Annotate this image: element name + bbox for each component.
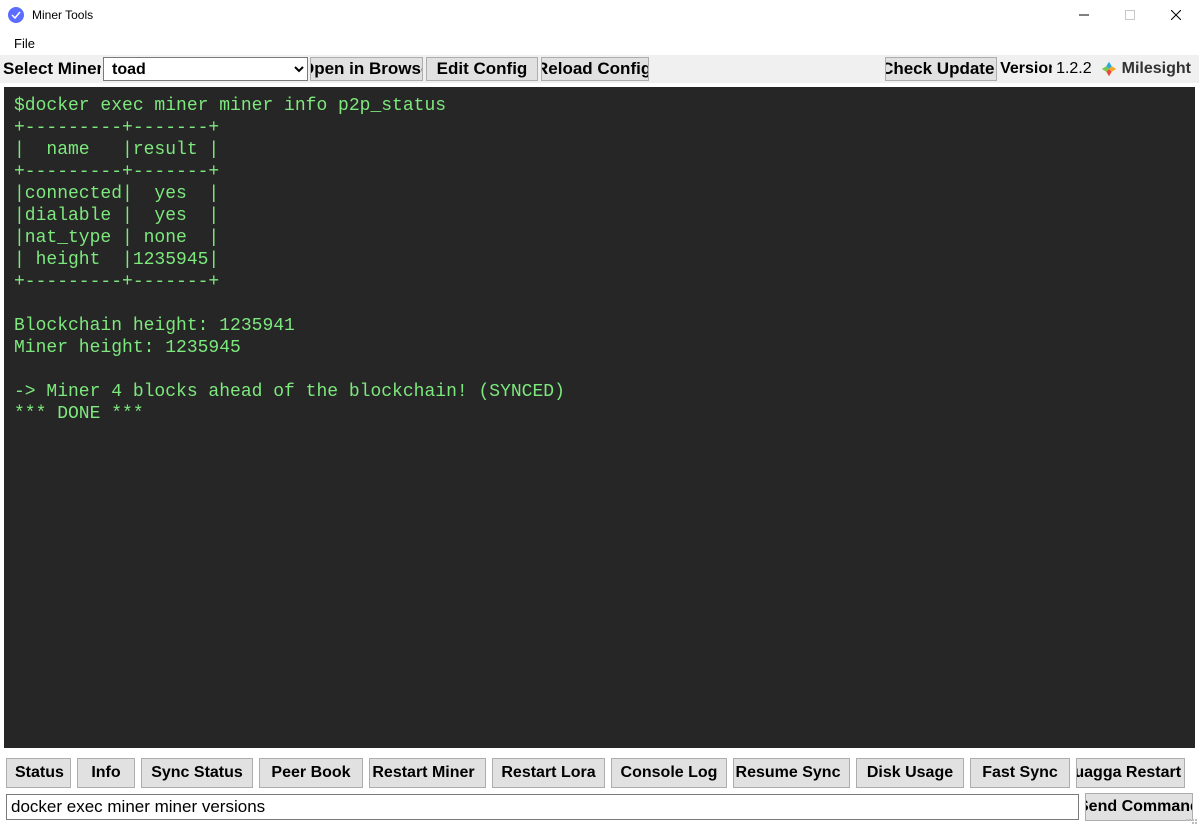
app-icon: [8, 7, 24, 23]
check-update-button[interactable]: Check Update: [885, 57, 997, 81]
version-label: Version: [1000, 60, 1052, 78]
window-title: Miner Tools: [32, 8, 93, 22]
menubar: File: [0, 31, 1199, 55]
reload-config-button[interactable]: Reload Config: [541, 57, 649, 81]
brand-logo: Milesight: [1096, 60, 1199, 78]
command-input[interactable]: [6, 794, 1079, 820]
restart-lora-button[interactable]: Restart Lora: [492, 758, 605, 788]
console-output[interactable]: $docker exec miner miner info p2p_status…: [4, 87, 1195, 748]
info-button[interactable]: Info: [77, 758, 135, 788]
sync-status-button[interactable]: Sync Status: [141, 758, 253, 788]
select-miner-label: Select Miner: [0, 59, 101, 79]
edit-config-button[interactable]: Edit Config: [426, 57, 538, 81]
menu-file[interactable]: File: [8, 34, 41, 53]
brand-name: Milesight: [1122, 60, 1191, 78]
fast-sync-button[interactable]: Fast Sync: [970, 758, 1070, 788]
resize-grip[interactable]: [1184, 811, 1198, 825]
console-log-button[interactable]: Console Log: [611, 758, 727, 788]
bottom-button-bar: Status Info Sync Status Peer Book Restar…: [0, 752, 1199, 794]
toolbar: Select Miner toad Open in Browser Edit C…: [0, 55, 1199, 83]
quagga-restart-button[interactable]: Quagga Restart: [1076, 758, 1185, 788]
resume-sync-button[interactable]: Resume Sync: [733, 758, 850, 788]
miner-select[interactable]: toad: [103, 57, 308, 81]
maximize-button[interactable]: [1107, 0, 1153, 30]
version-value: 1.2.2: [1052, 60, 1096, 78]
peer-book-button[interactable]: Peer Book: [259, 758, 363, 788]
command-row: Send Command: [0, 794, 1199, 826]
window-controls: [1061, 0, 1199, 30]
disk-usage-button[interactable]: Disk Usage: [856, 758, 964, 788]
minimize-button[interactable]: [1061, 0, 1107, 30]
close-button[interactable]: [1153, 0, 1199, 30]
restart-miner-button[interactable]: Restart Miner: [369, 758, 486, 788]
open-in-browser-button[interactable]: Open in Browser: [310, 57, 423, 81]
send-command-button[interactable]: Send Command: [1085, 793, 1193, 821]
status-button[interactable]: Status: [6, 758, 71, 788]
titlebar: Miner Tools: [0, 0, 1199, 31]
